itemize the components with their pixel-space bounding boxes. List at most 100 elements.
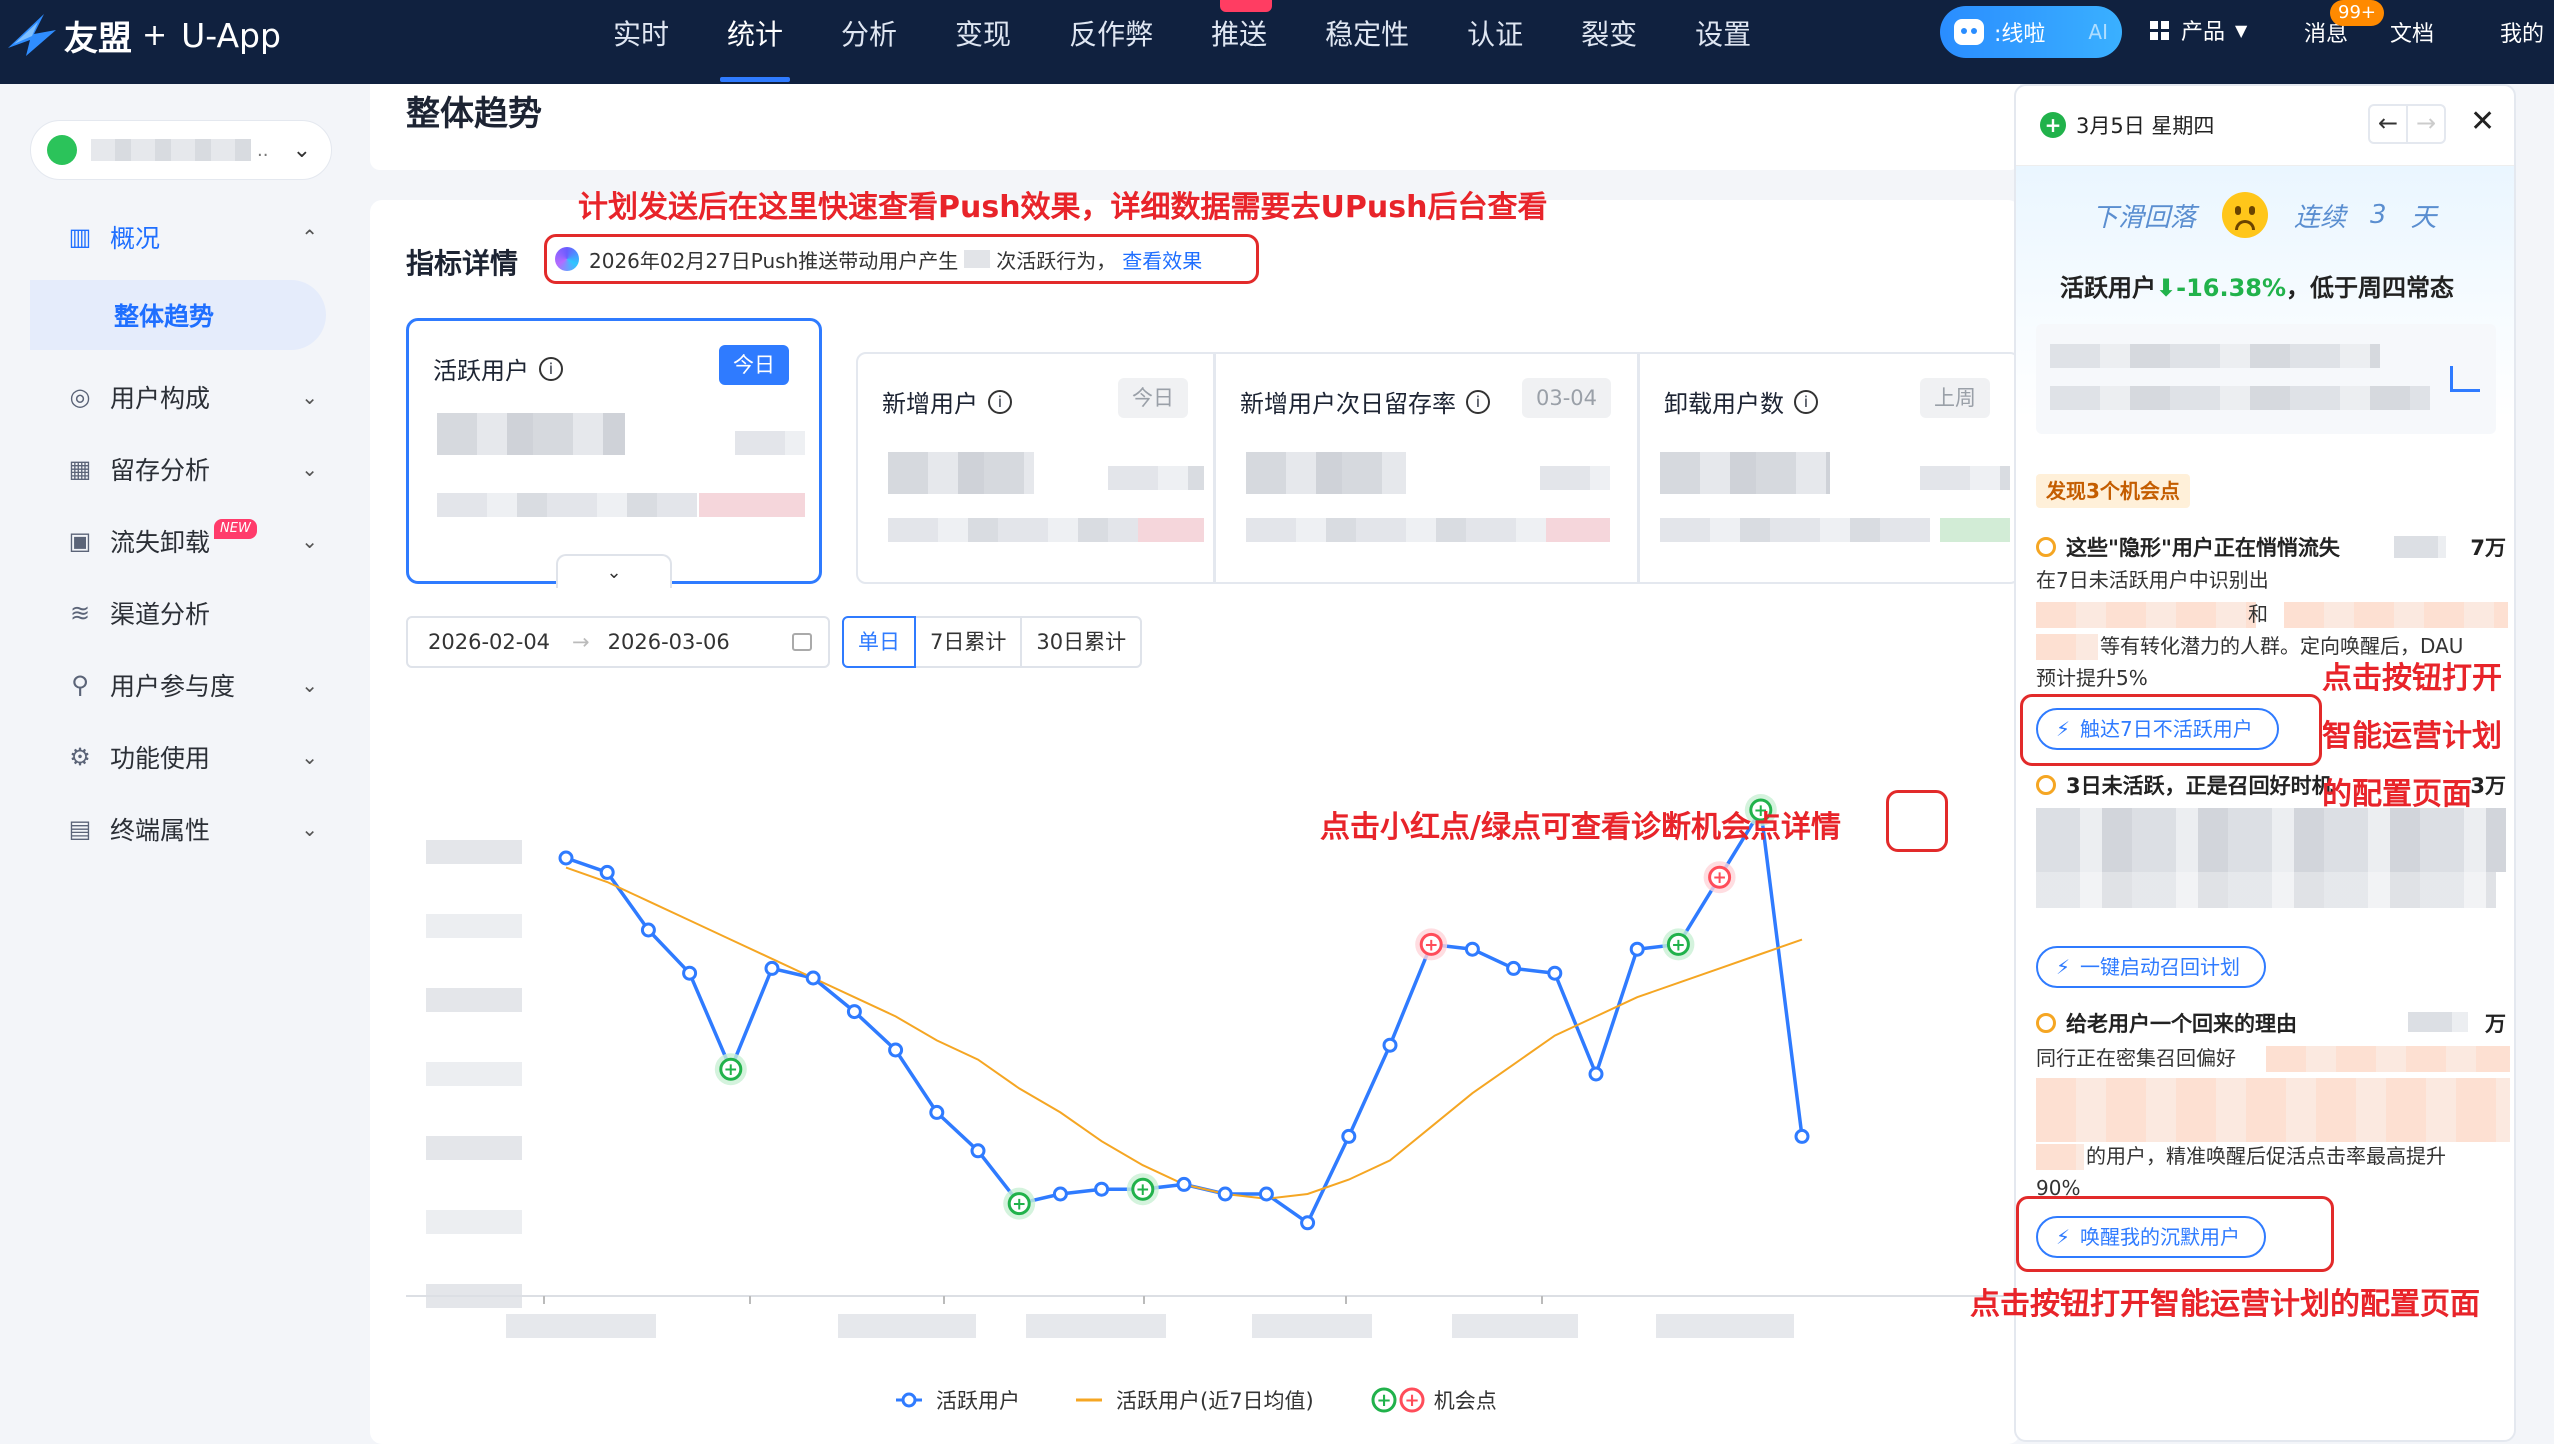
range-tab[interactable]: 单日 <box>842 616 916 668</box>
x-tick-label-redacted <box>838 1314 976 1338</box>
app-selector[interactable]: .. ⌄ <box>30 120 332 180</box>
segment-redacted <box>2036 634 2098 660</box>
plus-icon: + <box>724 1060 738 1080</box>
prev-day-button[interactable]: ← <box>2368 104 2408 144</box>
sidebar-item-label: 功能使用 <box>110 744 211 773</box>
info-icon[interactable]: i <box>1466 389 1490 414</box>
legend-label: 活跃用户 <box>936 1389 1020 1413</box>
view-push-effect-link[interactable]: 查看效果 <box>1122 245 1202 274</box>
end-date[interactable]: 2026-03-06 <box>608 630 730 654</box>
kpi-card-uninstalls[interactable]: 卸载用户数 i 上周 <box>1640 354 2018 582</box>
sidebar-item[interactable]: ◎ 用户构成 ⌄ <box>30 368 326 426</box>
sidebar-item[interactable]: ⚲ 用户参与度 ⌄ <box>30 656 326 714</box>
legend-item-7day-avg[interactable]: 活跃用户(近7日均值) <box>1076 1385 1314 1415</box>
button-label: 一键启动召回计划 <box>2080 955 2241 979</box>
legend-item-opportunity[interactable]: + + 机会点 <box>1370 1385 1497 1415</box>
info-icon[interactable]: i <box>988 389 1012 414</box>
opportunity-value: 7万 <box>2470 536 2506 560</box>
grid-icon <box>2150 20 2169 40</box>
nav-item[interactable]: 实时 <box>584 0 698 84</box>
kpi-value-redacted <box>1246 452 1406 494</box>
annotation-highlight-button <box>2016 1196 2334 1272</box>
sidebar-item[interactable]: ▥ 概况 ⌃ <box>30 208 326 266</box>
segment-redacted <box>2036 1078 2510 1142</box>
data-point <box>1547 965 1563 981</box>
ai-assistant-button[interactable]: :线啦 AI <box>1940 6 2122 58</box>
brand-logo[interactable]: 友盟 + U-App <box>4 6 281 64</box>
y-tick-label-redacted <box>426 914 522 938</box>
plus-icon: + <box>1671 935 1685 955</box>
data-point <box>1464 941 1480 957</box>
chevron-down-icon: ⌄ <box>292 137 311 163</box>
nav-item[interactable]: 裂变 <box>1552 0 1666 84</box>
docs-link[interactable]: 文档 <box>2390 16 2434 48</box>
chevron-down-icon: ⌄ <box>301 817 318 841</box>
range-tab[interactable]: 7日累计 <box>914 616 1023 668</box>
diagnosis-date: 3月5日 星期四 <box>2076 114 2215 138</box>
retention-icon: ▦ <box>68 455 92 483</box>
date-range-picker[interactable]: 2026-02-04 → 2026-03-06 <box>406 616 830 668</box>
segment-redacted <box>2036 1144 2084 1170</box>
kpi-period-tag: 今日 <box>1118 378 1188 418</box>
sidebar-item[interactable]: ▤ 终端属性 ⌄ <box>30 800 326 858</box>
active-label: 活跃用户 <box>2060 274 2156 302</box>
nav-item[interactable]: 设置 <box>1666 0 1780 84</box>
data-point <box>1382 1037 1398 1053</box>
title-card: 整体趋势 <box>370 84 2020 170</box>
annotation-push-effect: 计划发送后在这里快速查看Push效果，详细数据需要去UPush后台查看 <box>578 190 1548 225</box>
product-menu[interactable]: 产品 ▼ <box>2150 14 2247 46</box>
trend-chart-icon[interactable] <box>2450 366 2480 392</box>
sidebar-item[interactable]: ▦ 留存分析 ⌄ <box>30 440 326 498</box>
kpi-card-group: 新增用户 i 今日 新增用户次日留存率 i 03-04 卸载用户数 i 上周 <box>856 352 2020 584</box>
close-icon[interactable]: ✕ <box>2470 104 2495 139</box>
data-point <box>1300 1215 1316 1231</box>
series-line-active-users <box>565 804 1804 1226</box>
sidebar-item[interactable]: ▣ 流失卸载 NEW ⌄ <box>30 512 326 570</box>
kpi-card-next-day-retention[interactable]: 新增用户次日留存率 i 03-04 <box>1216 354 1640 582</box>
sidebar-item[interactable]: ≋ 渠道分析 <box>30 584 326 642</box>
nav-item[interactable]: 统计 <box>698 0 812 84</box>
kpi-sub-redacted <box>1246 518 1546 542</box>
next-day-button[interactable]: → <box>2406 104 2446 144</box>
plus-icon: + <box>1012 1195 1026 1215</box>
sidebar: .. ⌄ ▥概况⌃⚲用户分析⌄◎用户构成⌄▦留存分析⌄▣流失卸载NEW⌄≋渠道分… <box>0 84 360 1444</box>
my-account-link[interactable]: 我的 <box>2500 16 2544 48</box>
start-recall-plan-button[interactable]: ⚡ 一键启动召回计划 <box>2036 946 2267 988</box>
kpi-expand-toggle[interactable]: ⌄ <box>556 554 672 588</box>
nav-item[interactable]: 稳定性 <box>1296 0 1438 84</box>
plus-icon: + <box>1136 1180 1150 1200</box>
svg-text:+: + <box>1404 1390 1419 1411</box>
annotation-line: 智能运营计划 <box>2322 719 2502 754</box>
kpi-title-text: 卸载用户数 <box>1664 390 1784 418</box>
info-icon[interactable]: i <box>539 356 563 381</box>
sidebar-item[interactable]: ⚙ 功能使用 ⌄ <box>30 728 326 786</box>
range-tabs: 单日 7日累计 30日累计 <box>842 616 1143 668</box>
range-tab[interactable]: 30日累计 <box>1020 616 1143 668</box>
nav-item[interactable]: 推送 <box>1182 0 1296 84</box>
kpi-change-redacted <box>699 493 805 517</box>
x-tick-label-redacted <box>1252 1314 1372 1338</box>
sidebar-subitem-overall-trend[interactable]: 整体趋势 <box>30 280 326 350</box>
chart-icon: ▥ <box>68 223 92 251</box>
nav-item[interactable]: 变现 <box>926 0 1040 84</box>
legend-item-active-users[interactable]: 活跃用户 <box>896 1385 1020 1415</box>
opportunity-detail-redacted <box>2036 872 2496 908</box>
sidebar-item-label: 概况 <box>110 224 161 253</box>
nav-item[interactable]: 反作弊 <box>1040 0 1182 84</box>
kpi-card-active-users[interactable]: 活跃用户 i 今日 <box>406 318 822 584</box>
data-point <box>764 960 780 976</box>
push-effect-banner: 2026年02月27日Push推送带动用户产生 次活跃行为， 查看效果 <box>544 234 1259 284</box>
y-tick-label-redacted <box>426 1210 522 1234</box>
annotation-highlight-button <box>2020 694 2322 766</box>
lightbulb-icon <box>2036 1013 2056 1033</box>
annotation-highlight-point <box>1886 790 1948 852</box>
brand-plus: + <box>142 17 168 53</box>
kpi-compare-redacted <box>735 431 805 455</box>
nav-item[interactable]: 认证 <box>1438 0 1552 84</box>
legend-line-icon <box>1076 1398 1102 1402</box>
active-change-suffix: ，低于周四常态 <box>2286 274 2455 302</box>
nav-item[interactable]: 分析 <box>812 0 926 84</box>
info-icon[interactable]: i <box>1794 389 1818 414</box>
start-date[interactable]: 2026-02-04 <box>428 630 550 654</box>
kpi-card-new-users[interactable]: 新增用户 i 今日 <box>858 354 1216 582</box>
